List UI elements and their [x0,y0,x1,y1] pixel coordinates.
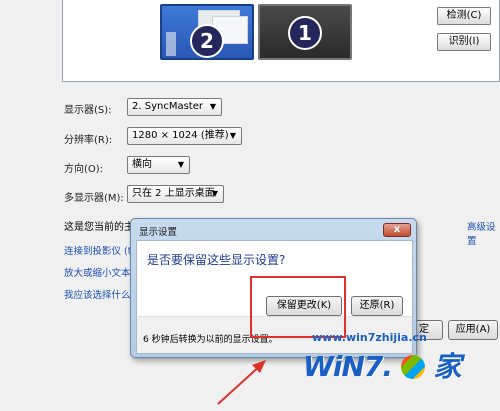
chevron-down-icon: ▼ [209,102,216,111]
multi-display-select-value: 只在 2 上显示桌面 [132,188,215,199]
revert-button[interactable]: 还原(R) [351,296,403,316]
advanced-settings-link[interactable]: 高级设置 [467,219,500,247]
dialog-question: 是否要保留这些显示设置? [147,253,286,267]
resolution-select-value: 1280 × 1024 (推荐) [132,130,229,141]
watermark-logo-suffix: 家 [433,350,462,383]
watermark-logo: WiN7. 家 [303,345,462,385]
desktop-icons [166,32,176,56]
resolution-label: 分辨率(R): [64,135,113,146]
resolution-select[interactable]: 1280 × 1024 (推荐) ▼ [127,127,242,145]
which-settings-link[interactable]: 我应该选择什么 [64,287,131,301]
windows-logo-icon [400,355,425,379]
watermark-logo-text: WiN7. [303,350,393,383]
chevron-down-icon: ▼ [177,160,184,169]
pointer-arrow [217,360,266,405]
display-select-value: 2. SyncMaster [132,101,203,112]
chevron-down-icon: ▼ [211,189,218,198]
monitor-1-number: 1 [288,16,322,50]
chevron-down-icon: ▼ [229,131,236,140]
identify-button[interactable]: 识别(I) [437,33,491,51]
multi-display-label: 多显示器(M): [64,193,124,204]
display-label: 显示器(S): [64,105,112,116]
monitor-2[interactable]: 2 [160,4,254,60]
multi-display-select[interactable]: 只在 2 上显示桌面 ▼ [127,185,224,203]
monitor-1[interactable]: 1 [258,4,352,60]
watermark-url: www.win7zhijia.cn [312,331,427,344]
enlarge-text-link[interactable]: 放大或缩小文本 [64,265,131,279]
current-main-text: 这是您当前的主 [64,222,134,233]
orientation-label: 方向(O): [64,164,104,175]
highlight-box [250,276,346,338]
close-icon[interactable]: x [383,223,411,237]
display-select[interactable]: 2. SyncMaster ▼ [127,98,222,116]
orientation-select-value: 横向 [132,159,152,170]
monitor-2-number: 2 [190,24,224,58]
dialog-title: 显示设置 [139,227,178,238]
apply-button[interactable]: 应用(A) [448,320,498,340]
connect-projector-link[interactable]: 连接到投影仪 (t [64,243,131,257]
detect-button[interactable]: 检测(C) [437,7,491,25]
orientation-select[interactable]: 横向 ▼ [127,156,190,174]
